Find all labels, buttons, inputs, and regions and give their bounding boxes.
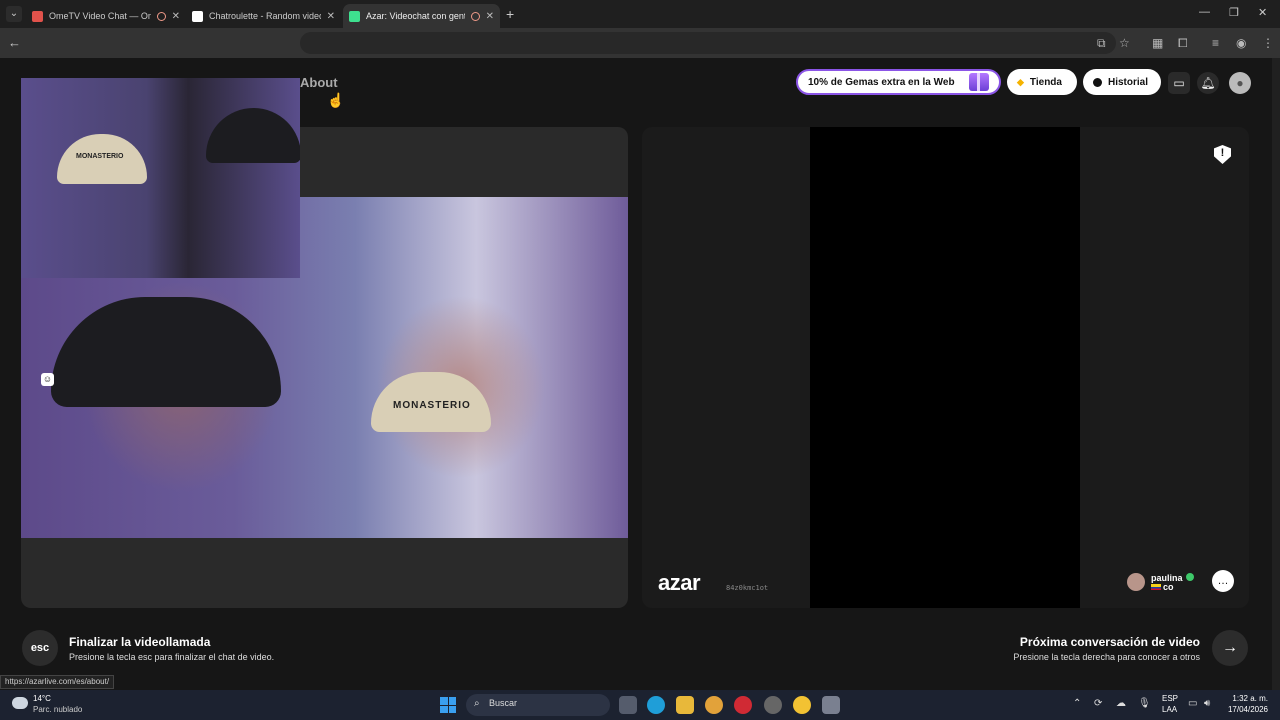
next-chat-title: Próxima conversación de video: [1019, 635, 1200, 649]
chatroulette-favicon-icon: [192, 10, 203, 22]
pip-video-overlay: MONASTERIO: [21, 78, 300, 278]
azar-favicon-icon: [349, 10, 360, 22]
extension-icon[interactable]: ▦: [1152, 36, 1163, 50]
recording-icon: [470, 11, 480, 21]
black-cap-shape: [206, 108, 300, 163]
profile-icon[interactable]: ◉: [1236, 36, 1246, 50]
about-link[interactable]: About: [300, 75, 338, 90]
cap-text: MONASTERIO: [76, 153, 124, 160]
partner-avatar[interactable]: [1127, 573, 1145, 591]
cloud-sync-icon[interactable]: ☁: [1116, 698, 1126, 709]
browser-tab-strip: ⌄ OmeTV Video Chat — Ome ✕ Chatroulette …: [0, 0, 1280, 28]
app-icon[interactable]: [822, 696, 840, 714]
browser-toolbar: ← ⧉ ☆ ▦ ⧠ ≡ ◉ ⋮: [0, 28, 1280, 58]
clock-date[interactable]: 17/04/2026: [1228, 705, 1268, 714]
tab-azar[interactable]: Azar: Videochat con gente ✕: [343, 4, 500, 28]
chrome-icon[interactable]: [793, 696, 811, 714]
plus-icon[interactable]: +: [506, 6, 514, 22]
edge-icon[interactable]: [647, 696, 665, 714]
media-control-icon[interactable]: ≡: [1212, 36, 1219, 50]
gift-icon: [969, 73, 989, 91]
gem-icon: ◆: [1017, 76, 1024, 87]
app-icon[interactable]: [705, 696, 723, 714]
sync-icon[interactable]: ⟳: [1094, 698, 1102, 709]
windows-start-icon[interactable]: [440, 697, 456, 713]
weather-condition: Parc. nublado: [33, 705, 83, 714]
page-scrollbar[interactable]: [1272, 58, 1280, 690]
history-button[interactable]: Historial: [1083, 69, 1161, 95]
close-window-icon[interactable]: ✕: [1258, 6, 1267, 19]
tab-title: OmeTV Video Chat — Ome: [49, 11, 151, 21]
azar-page: About ☝ 10% de Gemas extra en la Web ◆ T…: [0, 58, 1280, 690]
windows-taskbar: 14°C Parc. nublado ⌕ Buscar ⌃ ⟳ ☁ 🎙︎ ESP…: [0, 690, 1280, 720]
back-arrow-icon[interactable]: ←: [8, 35, 21, 50]
puzzle-icon[interactable]: ⧠: [1178, 36, 1188, 51]
tab-title: Azar: Videochat con gente: [366, 11, 465, 21]
search-label: Buscar: [489, 698, 518, 708]
partner-camera-feed: [810, 127, 1080, 608]
inbox-icon[interactable]: ▭: [1168, 72, 1190, 94]
clock-time[interactable]: 1:32 a. m.: [1232, 694, 1268, 703]
status-url: https://azarlive.com/es/about/: [0, 675, 115, 689]
avatar[interactable]: ●: [1229, 72, 1251, 94]
promo-label: 10% de Gemas extra en la Web: [808, 76, 955, 88]
address-bar[interactable]: [300, 32, 1116, 54]
recording-icon: [156, 11, 166, 21]
next-arrow-button[interactable]: →: [1212, 630, 1248, 666]
chat-bubble-icon[interactable]: …: [1212, 570, 1234, 592]
partner-country: co: [1163, 582, 1174, 592]
cap-text: MONASTERIO: [393, 400, 471, 411]
bell-icon[interactable]: 🔔︎: [1197, 72, 1219, 94]
black-cap-shape: [51, 297, 281, 407]
history-label: Historial: [1108, 76, 1149, 88]
minimize-icon[interactable]: —: [1199, 6, 1210, 18]
close-tab-icon[interactable]: ✕: [172, 11, 180, 22]
ometv-favicon-icon: [32, 10, 43, 22]
colombia-flag-icon: [1151, 584, 1161, 590]
session-id: 84z0kmc1ot: [726, 584, 769, 592]
taskbar-search[interactable]: [466, 694, 610, 716]
store-button[interactable]: ◆ Tienda: [1007, 69, 1077, 95]
install-app-icon[interactable]: ⧉: [1097, 36, 1106, 51]
tab-ometv[interactable]: OmeTV Video Chat — Ome ✕: [26, 4, 186, 28]
azar-logo: azar: [658, 570, 701, 595]
next-chat-hint: Presione la tecla derecha para conocer a…: [1013, 652, 1200, 662]
keyboard-layout[interactable]: LAA: [1162, 705, 1177, 714]
promo-gems-button[interactable]: 10% de Gemas extra en la Web: [796, 69, 1001, 95]
tab-chatroulette[interactable]: Chatroulette - Random video c ✕: [186, 4, 341, 28]
search-icon: ⌕: [474, 698, 480, 709]
app-icon[interactable]: [764, 696, 782, 714]
close-tab-icon[interactable]: ✕: [486, 11, 494, 22]
end-call-hint: Presione la tecla esc para finalizar el …: [69, 652, 275, 662]
opera-icon[interactable]: [734, 696, 752, 714]
file-explorer-icon[interactable]: [676, 696, 694, 714]
store-label: Tienda: [1029, 76, 1062, 88]
task-view-icon[interactable]: [619, 696, 637, 714]
language-code[interactable]: ESP: [1162, 694, 1178, 703]
tab-search-icon[interactable]: ⌄: [6, 6, 22, 22]
tab-title: Chatroulette - Random video c: [209, 11, 321, 21]
clock-icon: [1093, 77, 1102, 87]
face-filter-icon[interactable]: ☺: [41, 373, 54, 386]
end-call-title: Finalizar la videollamada: [69, 635, 211, 649]
volume-icon[interactable]: 🔊︎: [1204, 698, 1210, 709]
restore-icon[interactable]: ❐: [1229, 6, 1239, 19]
microphone-icon[interactable]: 🎙︎: [1138, 698, 1151, 709]
mouse-cursor-icon: ☝: [327, 92, 345, 108]
close-tab-icon[interactable]: ✕: [327, 11, 335, 22]
network-icon[interactable]: ▭: [1188, 698, 1197, 709]
end-call-button[interactable]: esc: [22, 630, 58, 666]
online-status-icon: [1186, 573, 1194, 581]
bookmark-star-icon[interactable]: ☆: [1119, 36, 1130, 50]
chevron-up-icon[interactable]: ⌃: [1073, 698, 1081, 709]
cloud-icon[interactable]: [12, 697, 28, 709]
more-menu-icon[interactable]: ⋮: [1262, 36, 1274, 50]
temperature: 14°C: [33, 694, 51, 703]
